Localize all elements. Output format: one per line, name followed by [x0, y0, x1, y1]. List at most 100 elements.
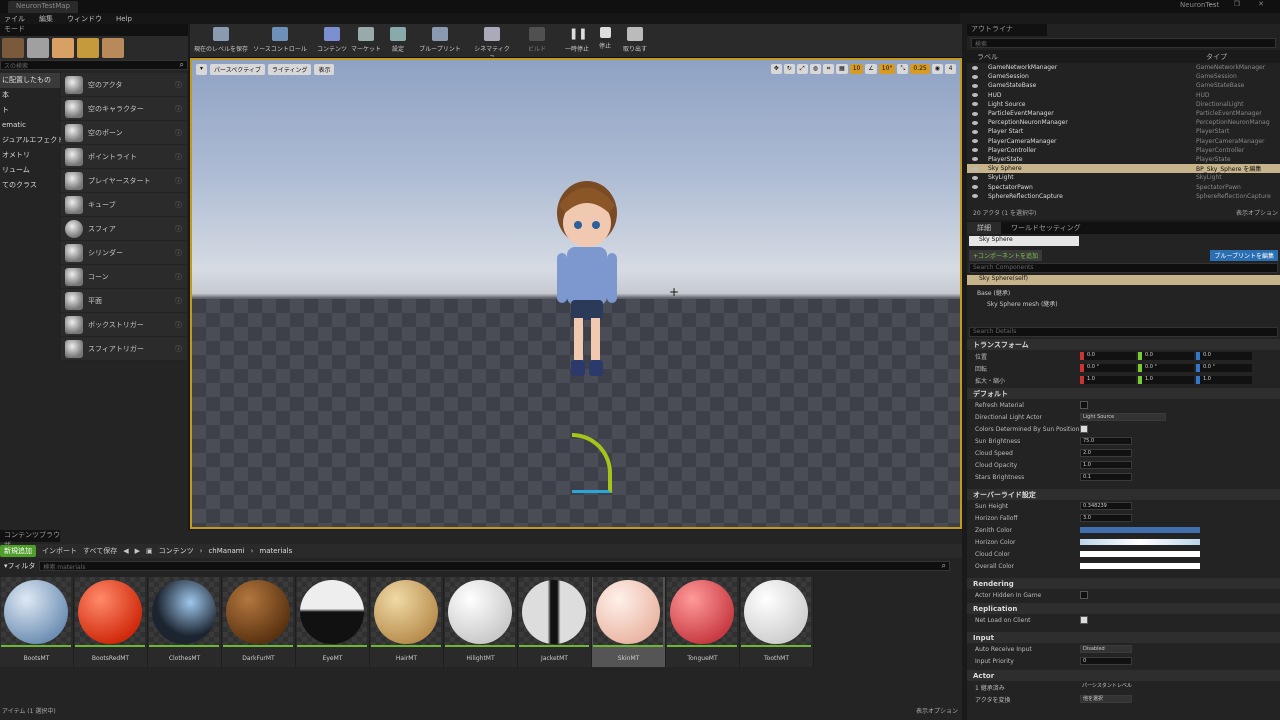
asset-tile[interactable]: HairMT	[370, 577, 444, 667]
eye-icon[interactable]	[972, 129, 978, 134]
landscape-mode-icon[interactable]	[52, 38, 74, 58]
viewport-menu-button[interactable]: ▾	[196, 64, 208, 75]
eye-icon[interactable]	[972, 111, 978, 116]
list-item[interactable]: プレイヤースタート ⓘ	[61, 169, 187, 193]
eye-icon[interactable]	[972, 83, 978, 88]
grid-snap-icon[interactable]: ▦	[836, 64, 848, 74]
cloud-speed-input[interactable]: 2.0	[1080, 449, 1132, 457]
eject-button[interactable]: 取り出す	[620, 26, 650, 56]
world-icon[interactable]: ◍	[809, 64, 822, 74]
menu-help[interactable]: Help	[116, 15, 132, 23]
grid-size-value[interactable]: 10	[849, 64, 864, 74]
section-actor[interactable]: Actor	[967, 670, 1280, 681]
scale-snap-icon[interactable]: ⤡	[897, 64, 909, 74]
actor-name-field[interactable]: Sky Sphere	[969, 236, 1079, 246]
asset-tile[interactable]: TongueMT	[666, 577, 740, 667]
save-level-button[interactable]: 現在のレベルを保存	[192, 26, 250, 56]
list-item[interactable]: ボックストリガー ⓘ	[61, 313, 187, 337]
menu-edit[interactable]: 編集	[39, 14, 53, 24]
asset-tile[interactable]: BootsRedMT	[74, 577, 148, 667]
table-row-selected[interactable]: Sky Sphere BP_Sky_Sphere を編集	[967, 164, 1280, 174]
save-all-button[interactable]: すべて保存	[83, 546, 117, 556]
component-search-input[interactable]: Search Components	[969, 263, 1278, 273]
blueprints-button[interactable]: ブループリント	[418, 26, 462, 56]
table-row[interactable]: GameSession GameSession	[967, 72, 1280, 81]
table-row[interactable]: PlayerCameraManager PlayerCameraManager	[967, 137, 1280, 146]
net-load-checkbox[interactable]	[1080, 616, 1088, 624]
zenith-color-swatch[interactable]	[1080, 527, 1200, 533]
translate-icon[interactable]: ✥	[770, 64, 782, 74]
location-x[interactable]: 0.0	[1080, 352, 1136, 360]
asset-tile[interactable]: BootsMT	[0, 577, 74, 667]
build-button[interactable]: ビルド	[524, 26, 550, 56]
table-row[interactable]: PlayerController PlayerController	[967, 146, 1280, 155]
eye-icon[interactable]	[972, 65, 978, 70]
outliner-search-input[interactable]: 検索	[971, 38, 1276, 48]
lighting-button[interactable]: ライティング	[267, 64, 312, 75]
list-item[interactable]: スフィア ⓘ	[61, 217, 187, 241]
asset-tile[interactable]: DarkFurMT	[222, 577, 296, 667]
paint-mode-icon[interactable]	[27, 38, 49, 58]
eye-icon[interactable]	[972, 157, 978, 162]
section-override[interactable]: オーバーライド設定	[967, 489, 1280, 500]
edit-blueprint-button[interactable]: ブループリントを編集	[1210, 249, 1278, 261]
camera-speed-value[interactable]: 4	[945, 64, 956, 74]
list-item[interactable]: スフィアトリガー ⓘ	[61, 337, 187, 361]
table-row[interactable]: GameNetworkManager GameNetworkManager	[967, 63, 1280, 72]
outliner-view-options[interactable]: 表示オプション	[1236, 208, 1278, 217]
category-volumes[interactable]: リューム	[0, 163, 60, 178]
component-mesh[interactable]: Sky Sphere mesh (継承)	[967, 299, 1280, 308]
modes-search-input[interactable]: スの検索 ⌕	[0, 60, 188, 70]
table-row[interactable]: PlayerState PlayerState	[967, 155, 1280, 164]
category-visual-effects[interactable]: ジュアルエフェクト	[0, 133, 64, 148]
list-item[interactable]: 空のアクタ ⓘ	[61, 73, 187, 97]
source-control-button[interactable]: ソースコントロール	[252, 26, 308, 56]
table-row[interactable]: SphereReflectionCapture SphereReflectionC…	[967, 192, 1280, 201]
eye-icon[interactable]	[972, 93, 978, 98]
scale-icon[interactable]: ⤢	[796, 64, 808, 74]
stars-brightness-input[interactable]: 0.1	[1080, 473, 1132, 481]
category-cinematic[interactable]: ematic	[0, 118, 60, 133]
rotation-y[interactable]: 0.0 °	[1138, 364, 1194, 372]
asset-tile[interactable]: HilightMT	[444, 577, 518, 667]
location-y[interactable]: 0.0	[1138, 352, 1194, 360]
directional-light-select[interactable]: Light Source	[1080, 413, 1166, 421]
section-default[interactable]: デフォルト	[967, 388, 1280, 399]
add-component-button[interactable]: +コンポーネントを追加	[969, 249, 1043, 261]
list-item[interactable]: キューブ ⓘ	[61, 193, 187, 217]
rotation-snap-icon[interactable]: ∠	[865, 64, 877, 74]
scale-y[interactable]: 1.0	[1138, 376, 1194, 384]
eye-icon[interactable]	[972, 120, 978, 125]
perspective-button[interactable]: パースペクティブ	[210, 64, 265, 75]
list-item[interactable]: 空のキャラクター ⓘ	[61, 97, 187, 121]
section-transform[interactable]: トランスフォーム	[967, 339, 1280, 350]
convert-actor-select[interactable]: 他を選択	[1080, 695, 1132, 703]
table-row[interactable]: HUD HUD	[967, 91, 1280, 100]
content-browser-tab[interactable]: コンテンツブラウザ	[0, 530, 60, 549]
eye-icon[interactable]	[972, 139, 978, 144]
settings-button[interactable]: 設定	[388, 26, 408, 56]
menu-window[interactable]: ウィンドウ	[67, 14, 102, 24]
table-row[interactable]: SkyLight SkyLight	[967, 173, 1280, 182]
tab-world-settings[interactable]: ワールドセッティング	[1001, 223, 1091, 233]
content-view-options[interactable]: 表示オプション	[916, 706, 958, 715]
marketplace-button[interactable]: マーケット	[350, 26, 382, 56]
category-recent[interactable]: に配置したもの	[0, 73, 60, 88]
details-search-input[interactable]: Search Details	[969, 327, 1278, 337]
table-row[interactable]: PerceptionNeuronManager PerceptionNeuronM…	[967, 118, 1280, 127]
cloud-opacity-input[interactable]: 1.0	[1080, 461, 1132, 469]
colors-by-sun-checkbox[interactable]	[1080, 425, 1088, 433]
scale-x[interactable]: 1.0	[1080, 376, 1136, 384]
forward-arrow-icon[interactable]: ▶	[135, 547, 140, 555]
eye-icon[interactable]	[972, 148, 978, 153]
stop-button[interactable]: 停止	[594, 26, 616, 56]
camera-speed-icon[interactable]: ◉	[931, 64, 943, 74]
component-base[interactable]: Base (継承)	[967, 288, 1280, 297]
overall-color-swatch[interactable]	[1080, 563, 1200, 569]
outliner-tab[interactable]: アウトライナ	[967, 24, 1047, 36]
cloud-color-swatch[interactable]	[1080, 551, 1200, 557]
asset-tile[interactable]: EyeMT	[296, 577, 370, 667]
table-row[interactable]: ParticleEventManager ParticleEventManager	[967, 109, 1280, 118]
geometry-mode-icon[interactable]	[102, 38, 124, 58]
table-row[interactable]: GameStateBase GameStateBase	[967, 81, 1280, 90]
